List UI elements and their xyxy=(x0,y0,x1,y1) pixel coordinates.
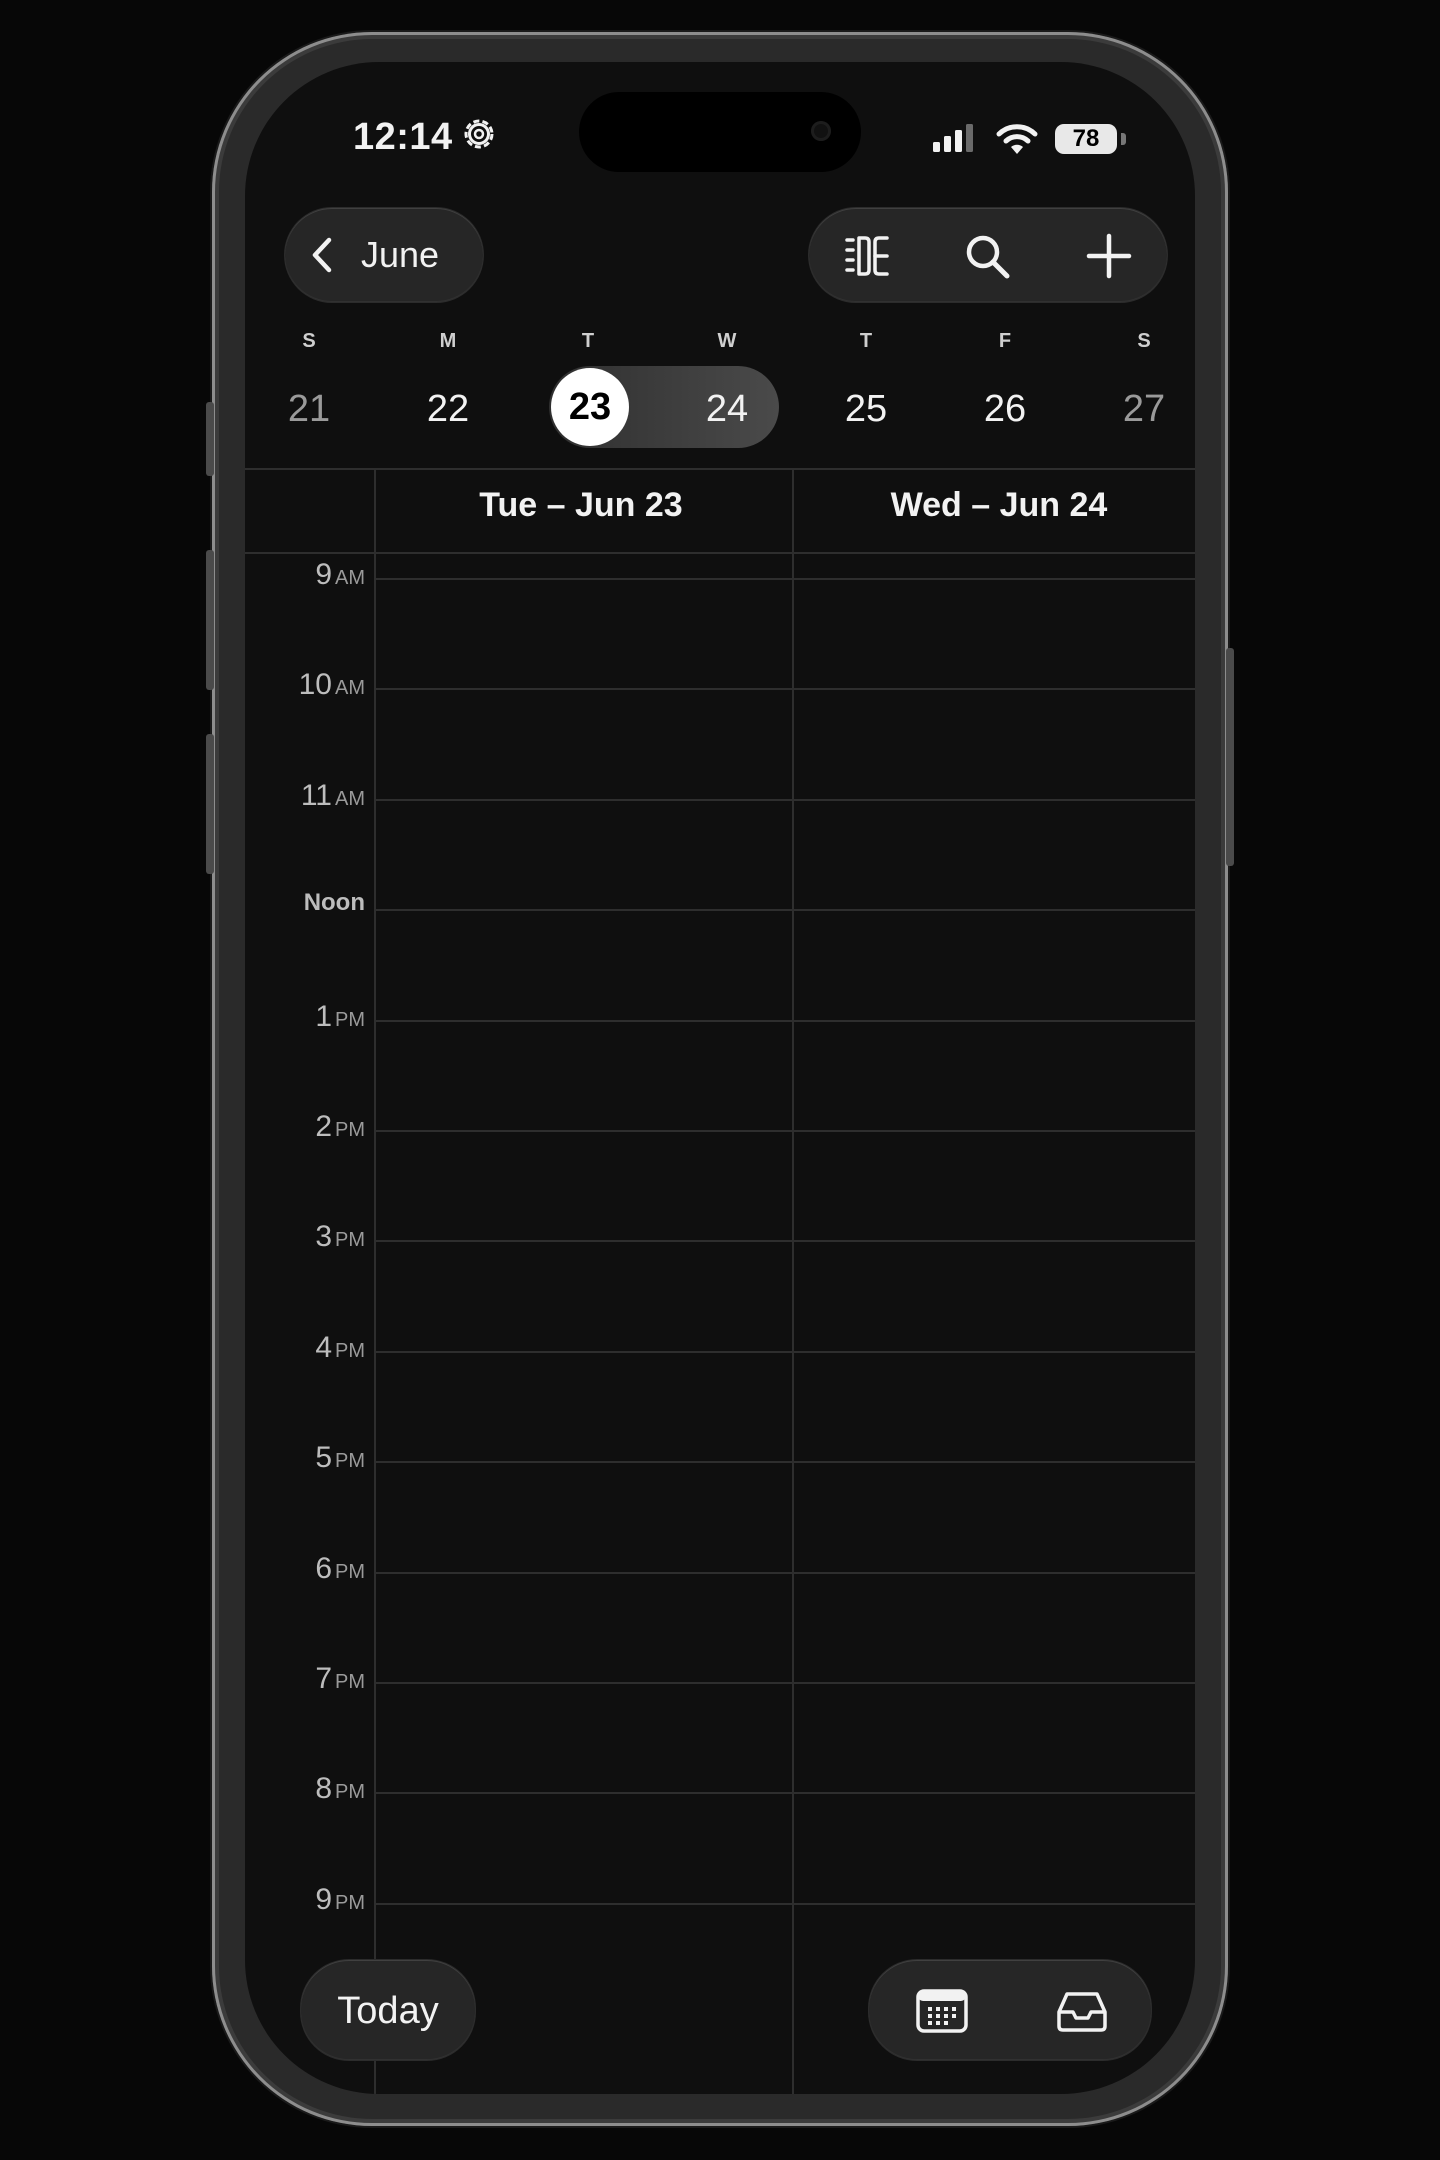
week-date-23-selected[interactable]: 23 xyxy=(551,368,629,446)
hour-number: 10 xyxy=(298,668,332,701)
week-date-25[interactable]: 25 xyxy=(826,388,906,431)
cellular-signal-icon xyxy=(933,124,973,152)
calendar-grid-icon[interactable] xyxy=(915,1988,969,2034)
hour-label: 3 PM xyxy=(245,1220,365,1254)
hour-number: 3 xyxy=(315,1220,332,1253)
today-button[interactable]: Today xyxy=(301,1960,475,2060)
hour-ampm: AM xyxy=(335,567,365,589)
dynamic-island xyxy=(579,92,861,172)
time-gutter-divider xyxy=(374,468,376,2094)
header-tools xyxy=(809,208,1167,302)
hour-line xyxy=(376,1792,1195,1794)
weekday-letter: M xyxy=(439,330,457,352)
week-date-21[interactable]: 21 xyxy=(269,388,349,431)
status-time: 12:14 xyxy=(353,116,453,158)
hour-label: 6 PM xyxy=(245,1552,365,1586)
hour-number: 4 xyxy=(315,1331,332,1364)
week-date-22[interactable]: 22 xyxy=(408,388,488,431)
hour-number: 5 xyxy=(315,1441,332,1474)
divider xyxy=(245,468,1195,470)
hour-label: 7 PM xyxy=(245,1662,365,1696)
hour-ampm: PM xyxy=(335,1892,365,1914)
hour-line xyxy=(376,1903,1195,1905)
hour-ampm: PM xyxy=(335,1450,365,1472)
day-column-divider xyxy=(792,468,794,2094)
week-date-26[interactable]: 26 xyxy=(965,388,1045,431)
gear-icon xyxy=(464,119,494,149)
hour-label: Noon xyxy=(245,889,365,917)
hour-label: 8 PM xyxy=(245,1772,365,1806)
search-icon[interactable] xyxy=(963,232,1011,280)
hour-label: 9 PM xyxy=(245,1883,365,1917)
hour-ampm: PM xyxy=(335,1009,365,1031)
side-button xyxy=(206,550,214,690)
hour-number: 11 xyxy=(300,779,332,812)
wifi-icon xyxy=(996,124,1038,154)
hour-ampm: PM xyxy=(335,1340,365,1362)
hour-number: 8 xyxy=(315,1772,332,1805)
hour-label: 2 PM xyxy=(245,1110,365,1144)
back-label: June xyxy=(361,234,440,275)
hour-ampm: PM xyxy=(335,1671,365,1693)
calendar-screen: 12:14 78 June S M T W T F S 21 22 23 24 … xyxy=(245,62,1195,2094)
battery-indicator: 78 xyxy=(1055,124,1117,154)
hour-line xyxy=(376,1461,1195,1463)
plus-icon[interactable] xyxy=(1085,232,1133,280)
back-to-month-button[interactable]: June xyxy=(285,208,483,302)
weekday-letter: W xyxy=(717,330,737,352)
weekday-letter: T xyxy=(859,330,873,352)
day-column-header[interactable]: Wed – Jun 24 xyxy=(819,486,1179,525)
view-switcher-icon[interactable] xyxy=(843,232,891,280)
hour-number: Noon xyxy=(303,889,365,916)
hour-ampm: PM xyxy=(335,1561,365,1583)
hour-number: 7 xyxy=(315,1662,332,1695)
chevron-left-icon xyxy=(312,237,332,273)
hour-label: 5 PM xyxy=(245,1441,365,1475)
week-date-24[interactable]: 24 xyxy=(687,388,767,431)
hour-line xyxy=(376,1020,1195,1022)
today-label: Today xyxy=(337,1990,439,2032)
side-button xyxy=(206,402,214,476)
hour-label: 4 PM xyxy=(245,1331,365,1365)
hour-line xyxy=(376,799,1195,801)
hour-line xyxy=(376,909,1195,911)
battery-tip xyxy=(1121,133,1126,145)
hour-number: 1 xyxy=(315,1000,332,1033)
hour-line xyxy=(376,1682,1195,1684)
hour-line xyxy=(376,1572,1195,1574)
hour-ampm: AM xyxy=(335,677,365,699)
hour-ampm: PM xyxy=(335,1119,365,1141)
week-date-27[interactable]: 27 xyxy=(1104,388,1184,431)
hour-ampm: AM xyxy=(335,788,365,810)
hour-ampm: PM xyxy=(335,1781,365,1803)
hour-line xyxy=(376,1240,1195,1242)
hour-line xyxy=(376,688,1195,690)
hour-line xyxy=(376,1130,1195,1132)
hour-number: 9 xyxy=(315,558,332,591)
hour-label: 1 PM xyxy=(245,1000,365,1034)
hour-label: 9 AM xyxy=(245,558,365,592)
bottom-tools xyxy=(869,1960,1151,2060)
hour-line xyxy=(376,578,1195,580)
divider xyxy=(245,552,1195,554)
side-button xyxy=(206,734,214,874)
side-button xyxy=(1226,648,1234,866)
hour-ampm: PM xyxy=(335,1229,365,1251)
weekday-letter: T xyxy=(581,330,595,352)
hour-line xyxy=(376,1351,1195,1353)
hour-number: 2 xyxy=(315,1110,332,1143)
hour-label: 11 AM xyxy=(245,779,365,813)
hour-number: 6 xyxy=(315,1552,332,1585)
weekday-letter: S xyxy=(302,330,316,352)
weekday-letter: S xyxy=(1137,330,1151,352)
inbox-tray-icon[interactable] xyxy=(1055,1988,1109,2034)
hour-label: 10 AM xyxy=(245,668,365,702)
day-column-header[interactable]: Tue – Jun 23 xyxy=(401,486,761,525)
weekday-letter: F xyxy=(998,330,1012,352)
hour-number: 9 xyxy=(315,1883,332,1916)
